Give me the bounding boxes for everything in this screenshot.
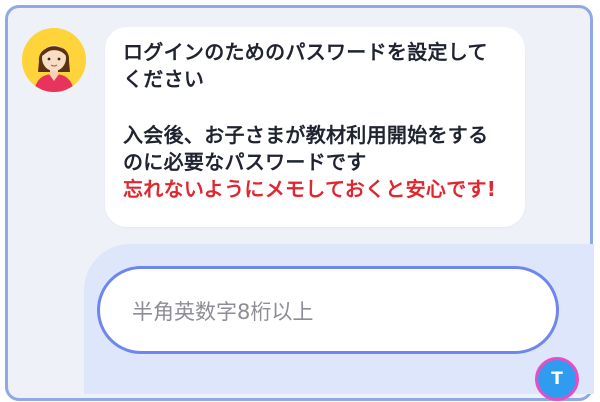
message-text-line: 入会後、お子さまが教材利用開始をする <box>123 123 489 147</box>
warning-text: 忘れないようにメモしておくと安心です! <box>123 177 497 201</box>
user-avatar[interactable]: T <box>535 357 579 401</box>
woman-avatar-icon <box>22 28 86 92</box>
password-input-container[interactable] <box>97 266 559 354</box>
user-initial: T <box>551 369 563 389</box>
bot-message-bubble: ログインのためのパスワードを設定して ください 入会後、お子さまが教材利用開始を… <box>105 27 525 227</box>
message-text-line: ログインのためのパスワードを設定して <box>123 40 488 64</box>
message-text-line: のに必要なパスワードです <box>123 150 367 174</box>
bot-avatar <box>22 28 86 92</box>
password-input[interactable] <box>130 293 514 331</box>
message-text-line: ください <box>123 67 205 91</box>
